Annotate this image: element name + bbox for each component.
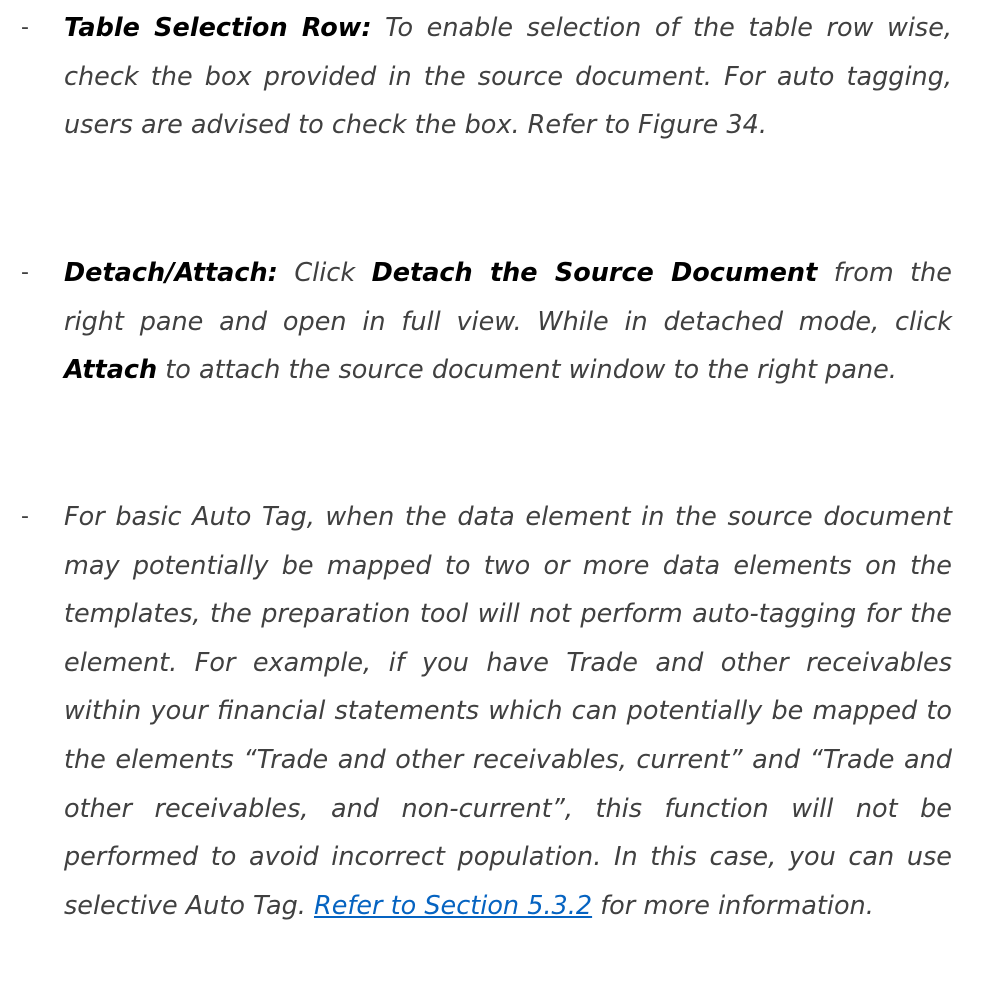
bullet-marker: - [21, 260, 29, 285]
document-page: - Table Selection Row: To enable selecti… [0, 0, 984, 1002]
bullet-table-selection-row: - Table Selection Row: To enable selecti… [0, 4, 984, 150]
bold-attach: Attach [64, 355, 158, 386]
bullet-term: Detach/Attach: [64, 258, 278, 288]
bullet-marker: - [21, 504, 29, 529]
bold-detach-source-document: Detach the Source Document [371, 258, 818, 288]
bullet-text: Click [277, 258, 372, 288]
bullet-basic-auto-tag: - For basic Auto Tag, when the data elem… [0, 493, 984, 930]
bullet-text: to attach the source document window to … [157, 355, 897, 386]
bullet-detach-attach: - Detach/Attach: Click Detach the Source… [0, 249, 984, 395]
bullet-term: Table Selection Row: [64, 13, 372, 43]
bullet-text: For basic Auto Tag, when the data elemen… [64, 502, 952, 921]
section-link[interactable]: Refer to Section 5.3.2 [314, 891, 592, 921]
bullet-marker: - [21, 15, 29, 40]
bullet-text: for more information. [592, 890, 874, 921]
